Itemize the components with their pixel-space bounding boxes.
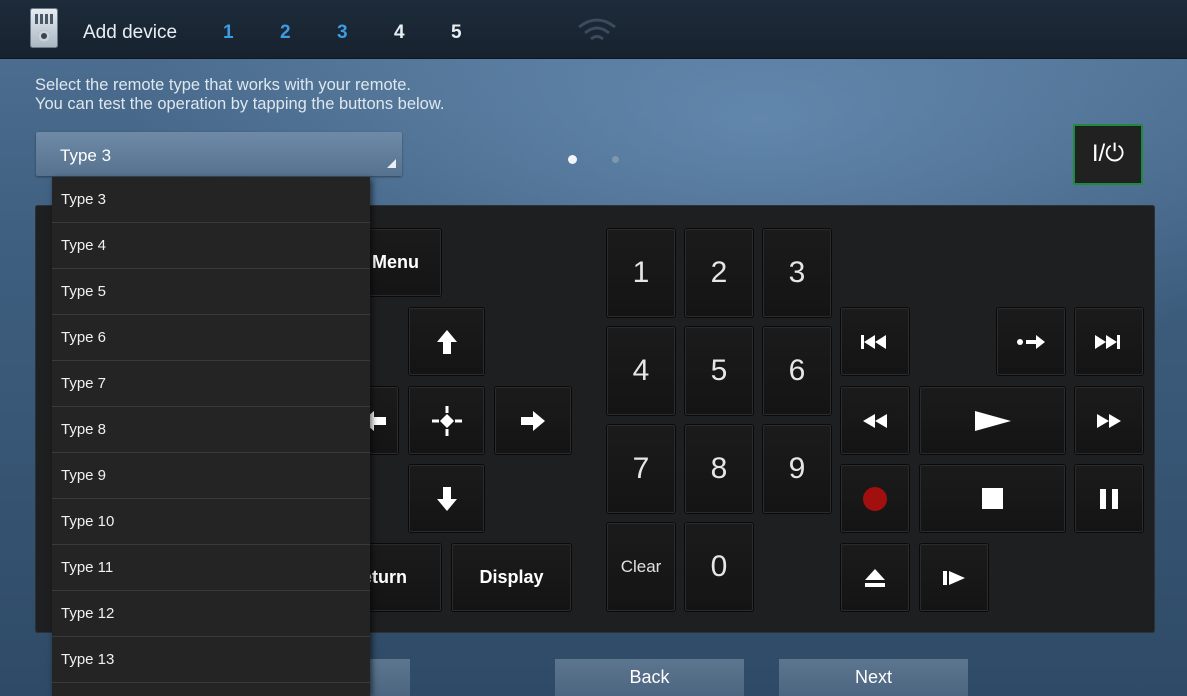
- fast-forward-icon: [1097, 413, 1121, 428]
- arrow-up-icon: [436, 329, 457, 354]
- digit-8-label: 8: [710, 452, 728, 485]
- skip-next-icon: [1095, 334, 1120, 349]
- digit-6-label: 6: [788, 354, 806, 387]
- dropdown-option[interactable]: Type 7: [52, 361, 370, 407]
- slow-play-icon: [943, 570, 965, 585]
- menu-button-label: Menu: [372, 252, 419, 272]
- ok-button[interactable]: [409, 387, 484, 454]
- dropdown-option[interactable]: Type 3: [52, 177, 370, 223]
- digit-8-button[interactable]: 8: [685, 425, 753, 513]
- power-button[interactable]: I/⏻: [1073, 124, 1143, 185]
- instruction-line-2: You can test the operation by tapping th…: [35, 95, 445, 113]
- digit-1-button[interactable]: 1: [607, 229, 675, 317]
- digit-3-label: 3: [788, 256, 806, 289]
- next-button[interactable]: Next: [779, 659, 968, 696]
- select-center-icon: [431, 405, 462, 436]
- display-button-label: Display: [479, 567, 544, 587]
- right-button[interactable]: [495, 387, 571, 454]
- fast-forward-button[interactable]: [1075, 387, 1143, 454]
- clear-button-label: Clear: [620, 557, 662, 576]
- digit-1-label: 1: [632, 256, 650, 289]
- remote-type-selected-value: Type 3: [60, 146, 112, 165]
- wifi-icon: [578, 18, 616, 41]
- dropdown-option[interactable]: Type 13: [52, 637, 370, 683]
- step-indicator-4: 4: [394, 22, 405, 43]
- back-button-label: Back: [629, 667, 670, 687]
- skip-previous-icon: [861, 334, 886, 349]
- stop-icon: [982, 488, 1003, 509]
- next-button-label: Next: [854, 667, 892, 687]
- digit-9-label: 9: [788, 452, 806, 485]
- rewind-button[interactable]: [841, 387, 909, 454]
- digit-0-button[interactable]: 0: [685, 523, 753, 611]
- remote-type-dropdown-list: Type 3 Type 4 Type 5 Type 6 Type 7 Type …: [52, 177, 370, 696]
- pause-button[interactable]: [1075, 465, 1143, 532]
- step-indicator-5: 5: [451, 22, 462, 43]
- dropdown-option[interactable]: Type 10: [52, 499, 370, 545]
- dropdown-option[interactable]: Type 5: [52, 269, 370, 315]
- remote-app-icon: [30, 8, 58, 48]
- previous-button[interactable]: [841, 308, 909, 375]
- record-button[interactable]: [841, 465, 909, 532]
- remote-type-select[interactable]: Type 3: [36, 132, 402, 176]
- arrow-down-icon: [436, 486, 457, 511]
- eject-icon: [865, 568, 885, 587]
- step-indicator-1: 1: [223, 22, 234, 43]
- digit-5-button[interactable]: 5: [685, 327, 753, 415]
- dropdown-option[interactable]: Type 4: [52, 223, 370, 269]
- arrow-right-icon: [521, 410, 545, 431]
- dropdown-option[interactable]: Type 8: [52, 407, 370, 453]
- digit-4-label: 4: [632, 354, 650, 387]
- page-dot-1[interactable]: [568, 155, 577, 164]
- down-button[interactable]: [409, 465, 484, 532]
- digit-2-label: 2: [710, 256, 728, 289]
- dot-arrow-icon: [1017, 334, 1045, 349]
- dropdown-option[interactable]: Type 12: [52, 591, 370, 637]
- record-icon: [863, 486, 887, 511]
- next-track-button[interactable]: [1075, 308, 1143, 375]
- pause-icon: [1100, 488, 1118, 509]
- rewind-icon: [863, 413, 887, 428]
- digit-7-button[interactable]: 7: [607, 425, 675, 513]
- page-title: Add device: [83, 22, 178, 43]
- dropdown-arrow-icon: [387, 159, 396, 168]
- dropdown-option[interactable]: Type 11: [52, 545, 370, 591]
- instructions: Select the remote type that works with y…: [35, 76, 444, 114]
- digit-7-label: 7: [632, 452, 650, 485]
- eject-button[interactable]: [841, 544, 909, 611]
- play-button[interactable]: [920, 387, 1065, 454]
- back-button[interactable]: Back: [555, 659, 744, 696]
- dropdown-option[interactable]: Type 6: [52, 315, 370, 361]
- digit-3-button[interactable]: 3: [763, 229, 831, 317]
- step-indicator-3: 3: [337, 22, 348, 43]
- digit-4-button[interactable]: 4: [607, 327, 675, 415]
- power-icon: I/⏻: [1091, 140, 1125, 167]
- play-icon: [974, 410, 1011, 431]
- digit-5-label: 5: [710, 354, 728, 387]
- up-button[interactable]: [409, 308, 484, 375]
- clear-button[interactable]: Clear: [607, 523, 675, 611]
- page-dot-2[interactable]: [612, 156, 619, 163]
- display-button[interactable]: Display: [452, 544, 571, 611]
- step-forward-button[interactable]: [997, 308, 1065, 375]
- slow-play-button[interactable]: [920, 544, 988, 611]
- digit-2-button[interactable]: 2: [685, 229, 753, 317]
- stop-button[interactable]: [920, 465, 1065, 532]
- digit-0-label: 0: [710, 550, 728, 583]
- instruction-line-1: Select the remote type that works with y…: [35, 76, 411, 94]
- digit-9-button[interactable]: 9: [763, 425, 831, 513]
- digit-6-button[interactable]: 6: [763, 327, 831, 415]
- top-bar: Add device 1 2 3 4 5: [0, 0, 1187, 59]
- step-indicator-2: 2: [280, 22, 291, 43]
- dropdown-option[interactable]: Type 9: [52, 453, 370, 499]
